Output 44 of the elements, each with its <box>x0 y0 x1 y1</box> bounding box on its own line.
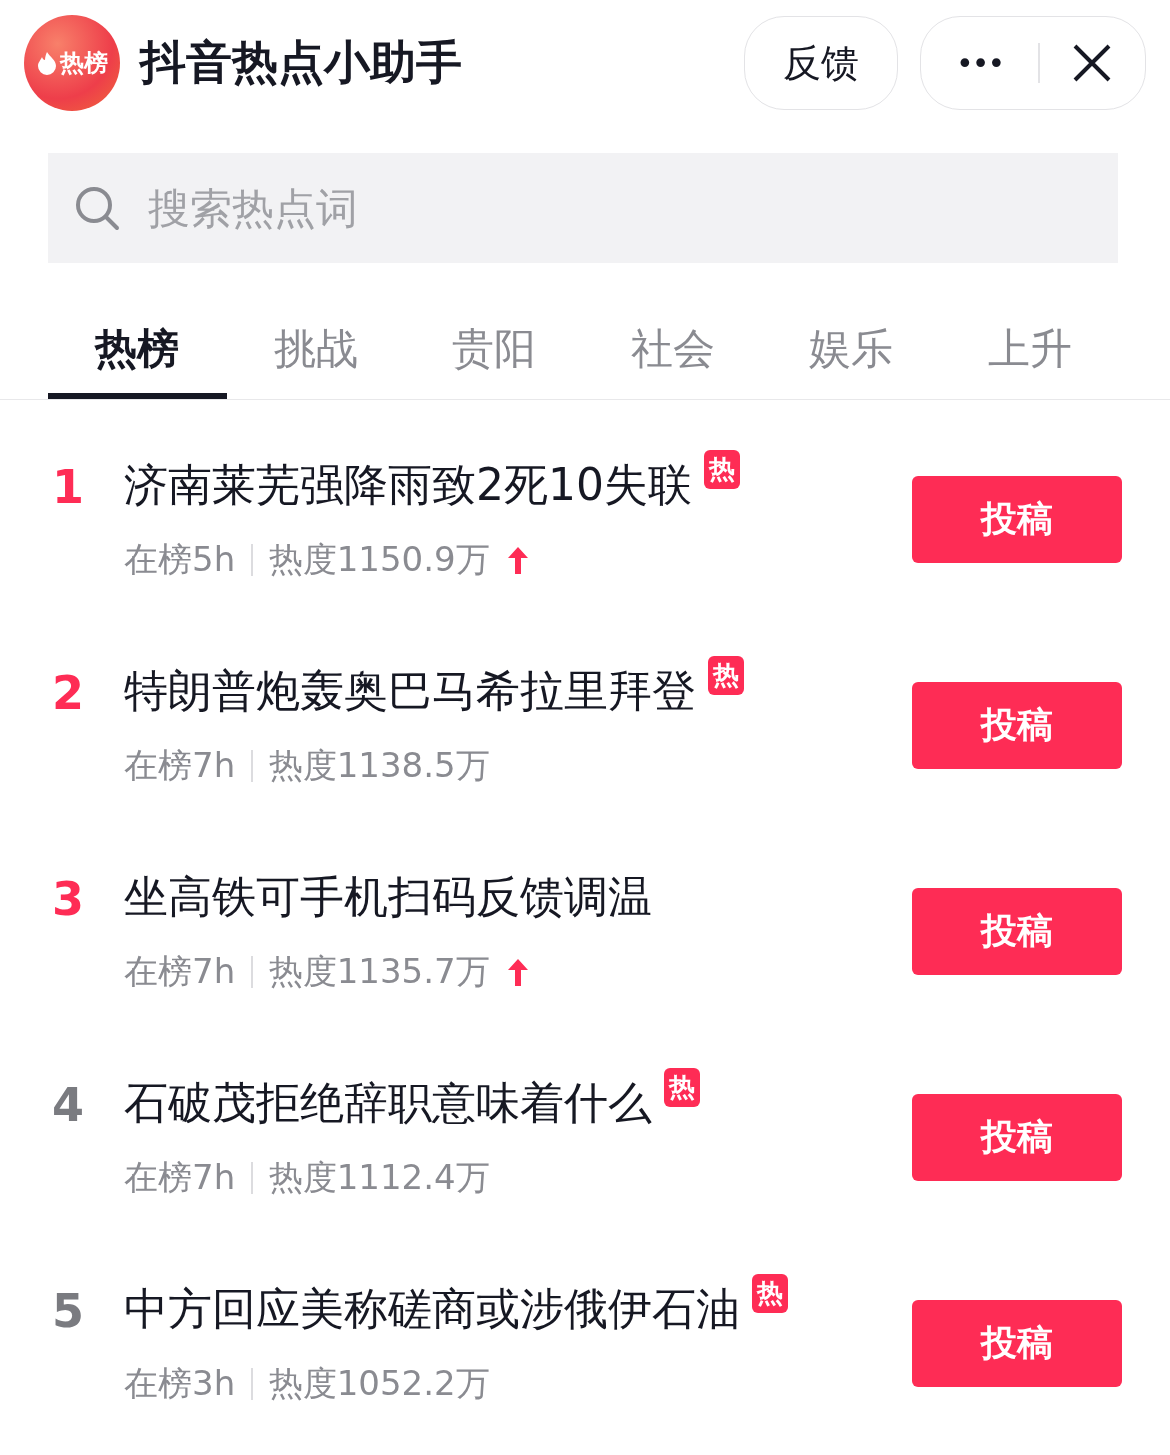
hot-badge: 热 <box>752 1273 788 1313</box>
topic-title[interactable]: 石破茂拒绝辞职意味着什么 <box>124 1073 652 1133</box>
on-list-duration: 在榜7h <box>124 949 236 993</box>
heat-value: 热度1135.7万 <box>268 949 490 993</box>
feedback-button[interactable]: 反馈 <box>744 16 898 110</box>
submit-button[interactable]: 投稿 <box>912 887 1122 975</box>
rank-number: 2 <box>52 666 85 720</box>
app-title: 抖音热点小助手 <box>140 34 463 91</box>
close-icon[interactable] <box>1072 43 1113 83</box>
flame-icon <box>36 51 58 75</box>
tab[interactable]: 贵阳 <box>405 299 584 399</box>
heat-value: 热度1150.9万 <box>268 537 490 581</box>
rank-number: 4 <box>52 1078 85 1132</box>
topic-title[interactable]: 中方回应美称磋商或涉俄伊石油 <box>124 1279 740 1339</box>
search-field[interactable]: 搜索热点词 <box>48 153 1118 263</box>
tab[interactable]: 社会 <box>583 299 762 399</box>
tab[interactable]: 娱乐 <box>762 299 941 399</box>
submit-button[interactable]: 投稿 <box>912 1299 1122 1387</box>
topic-title[interactable]: 济南莱芜强降雨致2死10失联 <box>124 455 692 515</box>
on-list-duration: 在榜7h <box>124 743 236 787</box>
tab[interactable]: 上升 <box>940 299 1119 399</box>
tab[interactable]: 挑战 <box>226 299 405 399</box>
submit-button[interactable]: 投稿 <box>912 475 1122 563</box>
hot-badge: 热 <box>704 449 740 489</box>
rank-number: 3 <box>52 872 85 926</box>
on-list-duration: 在榜7h <box>124 1155 236 1199</box>
hot-badge: 热 <box>708 655 744 695</box>
search-input[interactable]: 搜索热点词 <box>146 182 1118 234</box>
on-list-duration: 在榜5h <box>124 537 236 581</box>
heat-value: 热度1138.5万 <box>268 743 490 787</box>
logo-text: 热榜 <box>60 48 108 79</box>
heat-value: 热度1112.4万 <box>268 1155 490 1199</box>
rank-number: 5 <box>52 1284 85 1338</box>
rank-number: 1 <box>52 460 85 514</box>
more-button[interactable]: ••• <box>921 17 1039 109</box>
search-icon <box>74 185 120 231</box>
hot-badge: 热 <box>664 1067 700 1107</box>
heat-value: 热度1052.2万 <box>268 1361 490 1405</box>
topic-title[interactable]: 坐高铁可手机扫码反馈调温 <box>124 867 652 927</box>
on-list-duration: 在榜3h <box>124 1361 236 1405</box>
tab[interactable]: 热榜 <box>48 299 227 399</box>
topic-title[interactable]: 特朗普炮轰奥巴马希拉里拜登 <box>124 661 696 721</box>
submit-button[interactable]: 投稿 <box>912 1093 1122 1181</box>
submit-button[interactable]: 投稿 <box>912 681 1122 769</box>
